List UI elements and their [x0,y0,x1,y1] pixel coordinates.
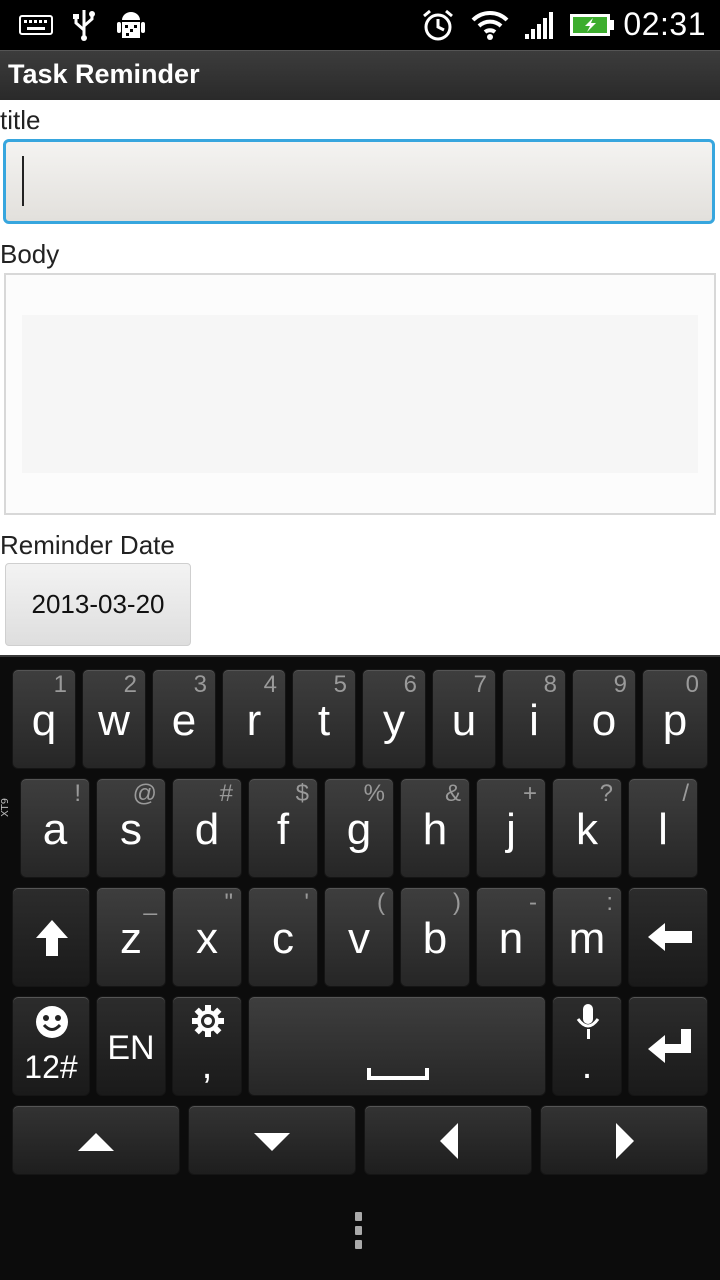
arrow-right-key[interactable] [540,1105,708,1175]
alarm-icon [420,8,456,42]
arrow-down-icon [254,1133,290,1151]
arrow-down-key[interactable] [188,1105,356,1175]
spacebar-key[interactable] [248,996,546,1096]
key-w[interactable]: 2w [82,669,146,769]
key-i[interactable]: 8i [502,669,566,769]
reminder-date-label: Reminder Date [0,530,175,560]
key-q[interactable]: 1q [12,669,76,769]
key-d[interactable]: # d [172,778,242,878]
key-e[interactable]: 3e [152,669,216,769]
key-u[interactable]: 7u [432,669,496,769]
wifi-icon [470,8,510,42]
key-v[interactable]: (v [324,887,394,987]
comma-label: , [201,1045,213,1087]
language-key[interactable]: EN [96,996,166,1096]
key-c[interactable]: ' c [248,887,318,987]
language-label: EN [107,1029,155,1067]
key-b[interactable]: ) b [400,887,470,987]
shift-key[interactable] [12,887,90,987]
mic-period-key[interactable]: . [552,996,622,1096]
keyboard-icon [18,8,54,42]
key-a[interactable]: ! a [20,778,90,878]
key-g[interactable]: % g [324,778,394,878]
gear-icon [192,1005,224,1037]
soft-keyboard: XT9 1q 2w 3e 4r 5t 6y 7u 8i 9o 0p ! a @ s … [0,655,720,1280]
key-s[interactable]: @ s [96,778,166,878]
key-m[interactable]: :m [552,887,622,987]
key-j[interactable]: + j [476,778,546,878]
arrow-right-icon [616,1123,634,1159]
arrow-left-icon [440,1123,458,1159]
key-r[interactable]: 4r [222,669,286,769]
symbols-label: 12# [24,1049,78,1085]
key-x[interactable]: " x [172,887,242,987]
spacebar-icon [367,1068,429,1080]
reminder-form: title Body Reminder Date 2013-03-20 [0,100,720,655]
usb-icon [68,8,100,42]
key-o[interactable]: 9o [572,669,636,769]
backspace-key[interactable] [628,887,708,987]
body-label: Body [0,239,60,269]
reminder-date-button[interactable]: 2013-03-20 [5,563,191,646]
status-time: 02:31 [623,6,706,42]
smiley-icon [36,1006,68,1038]
key-t[interactable]: 5t [292,669,356,769]
menu-dots-icon[interactable] [355,1212,365,1254]
signal-icon [522,8,558,42]
battery-charging-icon [568,8,616,42]
settings-comma-key[interactable]: , [172,996,242,1096]
key-y[interactable]: 6y [362,669,426,769]
app-title-bar: Task Reminder [0,50,720,100]
key-f[interactable]: $ f [248,778,318,878]
backspace-icon [648,923,692,951]
title-label: title [0,105,41,135]
arrow-up-key[interactable] [12,1105,180,1175]
key-p[interactable]: 0p [642,669,708,769]
body-input[interactable] [4,273,716,515]
text-caret [22,156,24,206]
body-input-area [22,315,698,473]
enter-icon [648,1029,691,1063]
arrow-left-key[interactable] [364,1105,532,1175]
status-bar: 02:31 [0,0,720,50]
android-debug-icon [112,8,150,42]
key-h[interactable]: & h [400,778,470,878]
symbols-key[interactable]: 12# [12,996,90,1096]
key-z[interactable]: _ z [96,887,166,987]
period-label: . [581,1045,593,1087]
title-input[interactable] [3,139,715,224]
key-l[interactable]: / l [628,778,698,878]
key-n[interactable]: -n [476,887,546,987]
microphone-icon [576,1004,600,1039]
app-title: Task Reminder [8,59,200,89]
enter-key[interactable] [628,996,708,1096]
key-k[interactable]: ? k [552,778,622,878]
arrow-up-icon [78,1133,114,1151]
shift-arrow-icon [36,920,68,956]
xt9-label: XT9 [0,797,11,817]
